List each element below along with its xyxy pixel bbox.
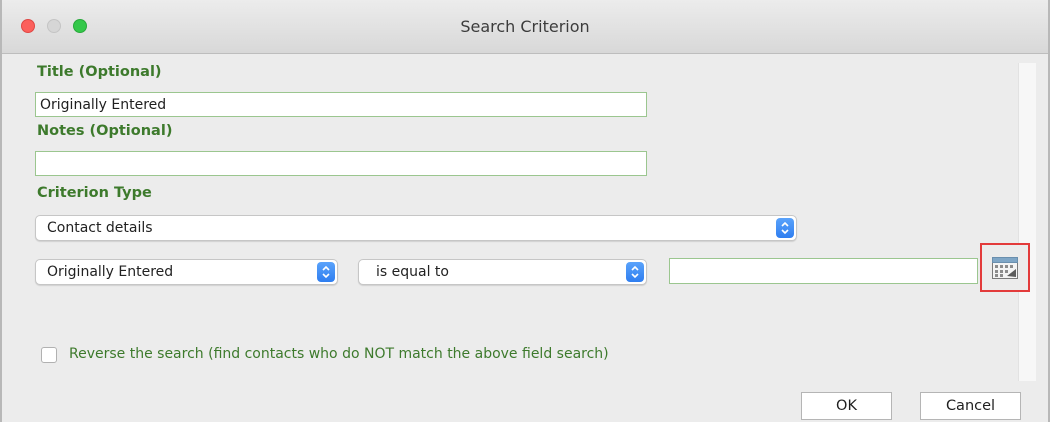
title-bar: Search Criterion	[2, 0, 1048, 54]
window-title: Search Criterion	[460, 17, 590, 36]
field-select[interactable]: Originally Entered	[35, 259, 338, 285]
reverse-search-checkbox[interactable]	[41, 347, 57, 363]
cancel-button[interactable]: Cancel	[920, 392, 1021, 420]
title-input[interactable]	[35, 92, 647, 117]
reverse-search-label: Reverse the search (find contacts who do…	[69, 346, 609, 362]
date-picker-button-highlight[interactable]	[980, 243, 1030, 292]
up-down-chevron-icon	[626, 262, 644, 282]
calendar-icon	[992, 257, 1018, 283]
notes-label: Notes (Optional)	[37, 123, 173, 139]
scrollbar-track[interactable]	[1018, 63, 1036, 381]
ok-button[interactable]: OK	[801, 392, 892, 420]
up-down-chevron-icon	[317, 262, 335, 282]
up-down-chevron-icon	[776, 218, 794, 238]
search-criterion-window: Search Criterion Title (Optional) Notes …	[0, 0, 1050, 422]
date-value-input[interactable]	[669, 258, 978, 284]
criterion-type-label: Criterion Type	[37, 185, 152, 201]
notes-input[interactable]	[35, 151, 647, 176]
criterion-type-select[interactable]: Contact details	[35, 215, 797, 241]
title-label: Title (Optional)	[37, 64, 162, 80]
criterion-type-value: Contact details	[47, 220, 153, 236]
field-select-value: Originally Entered	[47, 264, 174, 280]
operator-select-value: is equal to	[376, 264, 449, 280]
operator-select[interactable]: is equal to	[358, 259, 647, 285]
